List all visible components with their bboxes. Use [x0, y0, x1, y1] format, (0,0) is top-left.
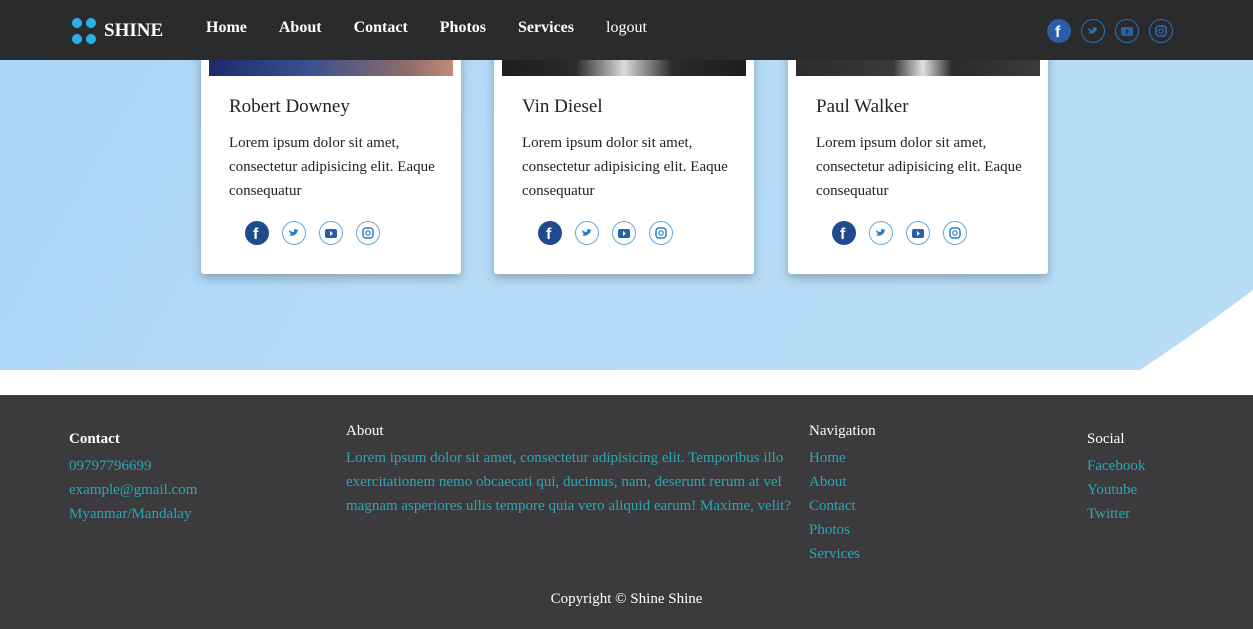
youtube-icon[interactable]	[319, 221, 343, 245]
facebook-icon[interactable]: f	[832, 221, 856, 245]
twitter-icon[interactable]	[869, 221, 893, 245]
footer-nav-about[interactable]: About	[809, 470, 876, 494]
instagram-icon[interactable]	[356, 221, 380, 245]
site-footer: Contact 09797796699 example@gmail.com My…	[0, 395, 1253, 629]
top-navbar: SHINE Home About Contact Photos Services…	[0, 0, 1253, 60]
twitter-icon[interactable]	[1081, 19, 1105, 43]
facebook-icon[interactable]: f	[1047, 19, 1071, 43]
footer-contact: Contact 09797796699 example@gmail.com My…	[69, 431, 197, 526]
youtube-icon[interactable]	[906, 221, 930, 245]
footer-social-youtube[interactable]: Youtube	[1087, 478, 1145, 502]
brand-logo[interactable]: SHINE	[68, 16, 163, 46]
twitter-icon[interactable]	[575, 221, 599, 245]
footer-social: Social Facebook Youtube Twitter	[1087, 431, 1145, 526]
footer-about-heading: About	[346, 423, 384, 439]
youtube-icon[interactable]	[1115, 19, 1139, 43]
contact-email[interactable]: example@gmail.com	[69, 478, 197, 502]
contact-phone[interactable]: 09797796699	[69, 454, 197, 478]
footer-about-text: Lorem ipsum dolor sit amet, consectetur …	[346, 450, 791, 514]
member-name: Robert Downey	[229, 96, 350, 117]
footer-nav-photos[interactable]: Photos	[809, 518, 876, 542]
member-name: Vin Diesel	[522, 96, 603, 117]
member-bio: Lorem ipsum dolor sit amet, consectetur …	[816, 135, 1022, 199]
logo-icon	[72, 18, 96, 44]
nav-logout[interactable]: logout	[606, 19, 647, 37]
footer-nav-contact[interactable]: Contact	[809, 494, 876, 518]
footer-social-heading: Social	[1087, 431, 1125, 447]
main-nav: Home About Contact Photos Services logou…	[206, 19, 679, 37]
member-bio: Lorem ipsum dolor sit amet, consectetur …	[229, 135, 435, 199]
copyright-text: Copyright © Shine Shine	[550, 591, 703, 607]
twitter-icon[interactable]	[282, 221, 306, 245]
footer-contact-heading: Contact	[69, 431, 120, 447]
youtube-icon[interactable]	[612, 221, 636, 245]
svg-text:f: f	[840, 226, 846, 241]
nav-contact[interactable]: Contact	[354, 19, 408, 37]
nav-services[interactable]: Services	[518, 19, 574, 37]
brand-name: SHINE	[104, 20, 164, 41]
instagram-icon[interactable]	[1149, 19, 1173, 43]
nav-home[interactable]: Home	[206, 19, 247, 37]
facebook-icon[interactable]: f	[538, 221, 562, 245]
nav-about[interactable]: About	[279, 19, 322, 37]
nav-photos[interactable]: Photos	[440, 19, 486, 37]
footer-about: About Lorem ipsum dolor sit amet, consec…	[346, 423, 796, 518]
footer-social-twitter[interactable]: Twitter	[1087, 502, 1145, 526]
member-name: Paul Walker	[816, 96, 909, 117]
instagram-icon[interactable]	[649, 221, 673, 245]
footer-navigation: Navigation Home About Contact Photos Ser…	[809, 423, 876, 566]
footer-navigation-heading: Navigation	[809, 423, 876, 439]
svg-text:f: f	[546, 226, 552, 241]
member-bio: Lorem ipsum dolor sit amet, consectetur …	[522, 135, 728, 199]
instagram-icon[interactable]	[943, 221, 967, 245]
footer-nav-services[interactable]: Services	[809, 542, 876, 566]
svg-text:f: f	[1055, 24, 1061, 39]
nav-social-icons: f	[1047, 19, 1183, 43]
footer-nav-home[interactable]: Home	[809, 446, 876, 470]
contact-location[interactable]: Myanmar/Mandalay	[69, 502, 197, 526]
facebook-icon[interactable]: f	[245, 221, 269, 245]
footer-social-facebook[interactable]: Facebook	[1087, 454, 1145, 478]
svg-text:f: f	[253, 226, 259, 241]
